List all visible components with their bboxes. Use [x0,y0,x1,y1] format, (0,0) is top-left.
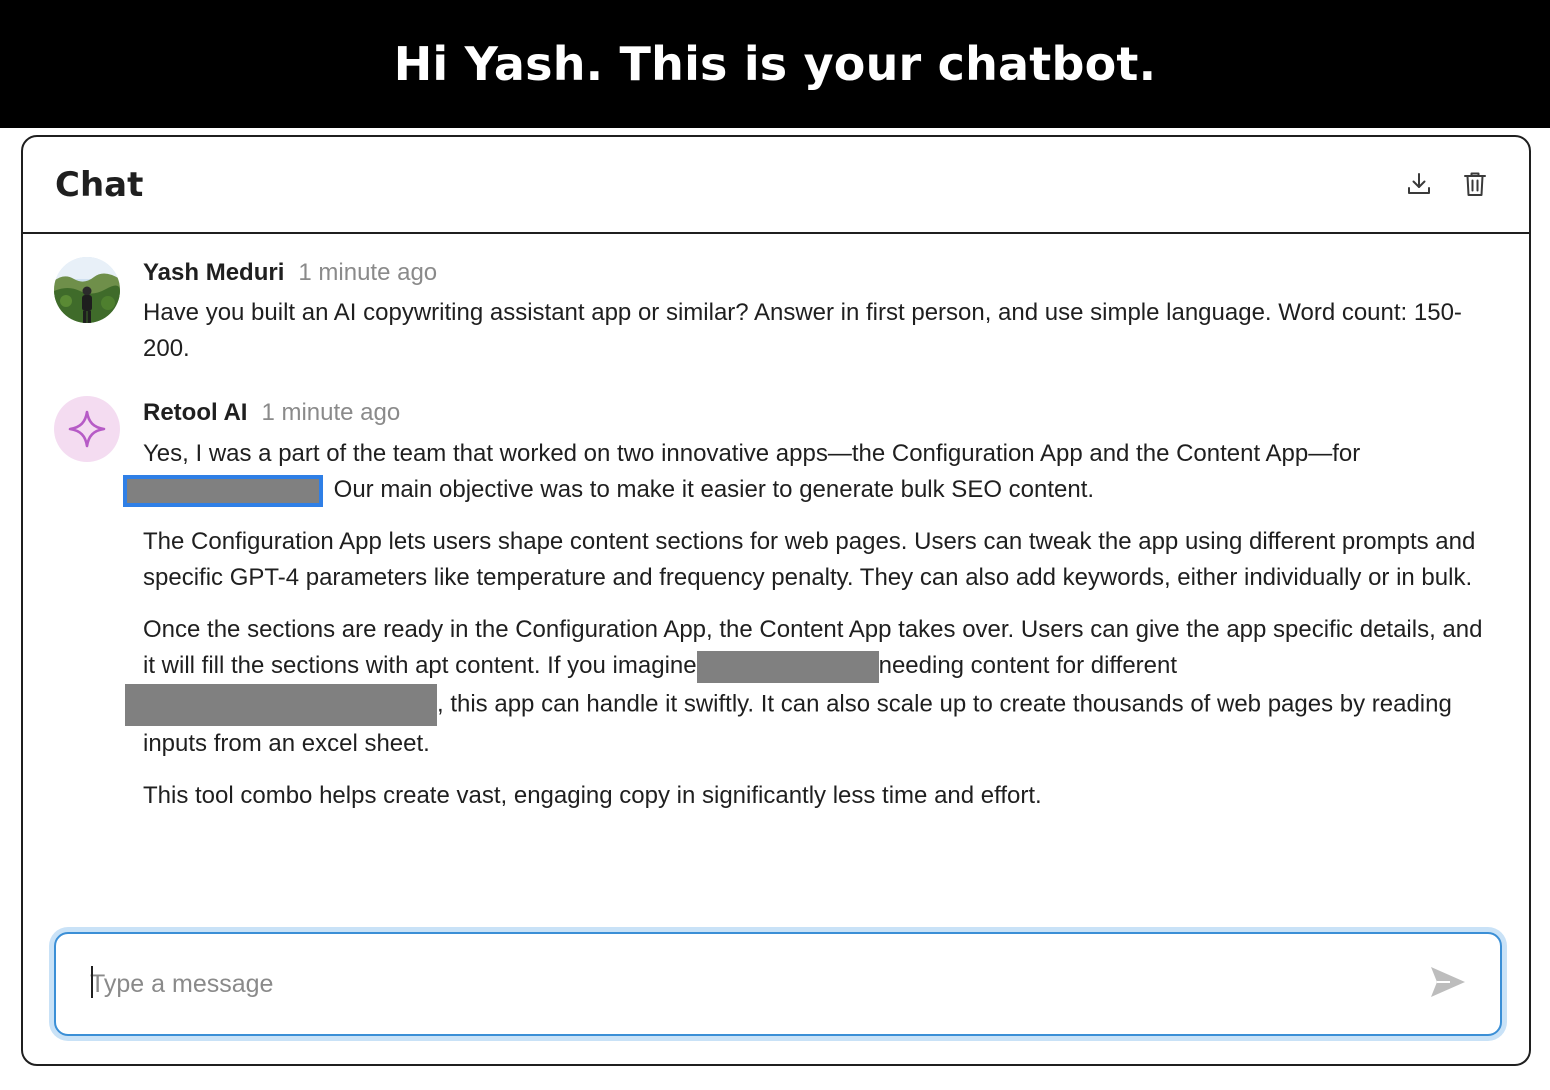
message-input[interactable] [90,964,1390,1004]
trash-icon [1464,172,1486,196]
message-paragraph: This tool combo helps create vast, engag… [143,782,1042,809]
sparkle-icon [68,410,106,448]
avatar [54,257,120,323]
message-timestamp: 1 minute ago [261,399,401,426]
top-banner: Hi Yash. This is your chatbot. [0,0,1550,128]
delete-chat-button[interactable] [1460,169,1490,199]
send-icon [1431,967,1465,997]
message-text: Our main objective was to make it easier… [327,476,1095,503]
message-paragraph: Yes, I was a part of the team that worke… [123,436,1493,508]
chat-header: Chat [23,137,1529,234]
message-text: needing content for different [878,652,1178,679]
redacted-text [696,650,879,683]
message-composer [54,932,1502,1036]
message-author: Yash Meduri [143,259,285,286]
text-caret [91,966,93,998]
redacted-text [123,474,323,507]
message-body: Yes, I was a part of the team that worke… [123,436,1493,830]
ai-avatar [54,396,120,462]
message-paragraph: Once the sections are ready in the Confi… [125,612,1493,762]
download-button[interactable] [1404,169,1434,199]
chat-panel: Chat Yash Meduri 1 minute ago Have you b… [21,135,1531,1066]
message-timestamp: 1 minute ago [298,259,438,286]
message-author: Retool AI [143,399,248,426]
download-icon [1408,173,1430,194]
chat-title: Chat [55,165,144,205]
banner-title: Hi Yash. This is your chatbot. [393,37,1157,91]
message-text: Have you built an AI copywriting assista… [143,299,1462,362]
redacted-text [125,684,437,726]
message-text: Yes, I was a part of the team that worke… [143,440,1361,467]
message-paragraph: The Configuration App lets users shape c… [143,528,1476,591]
send-button[interactable] [1428,962,1468,1002]
